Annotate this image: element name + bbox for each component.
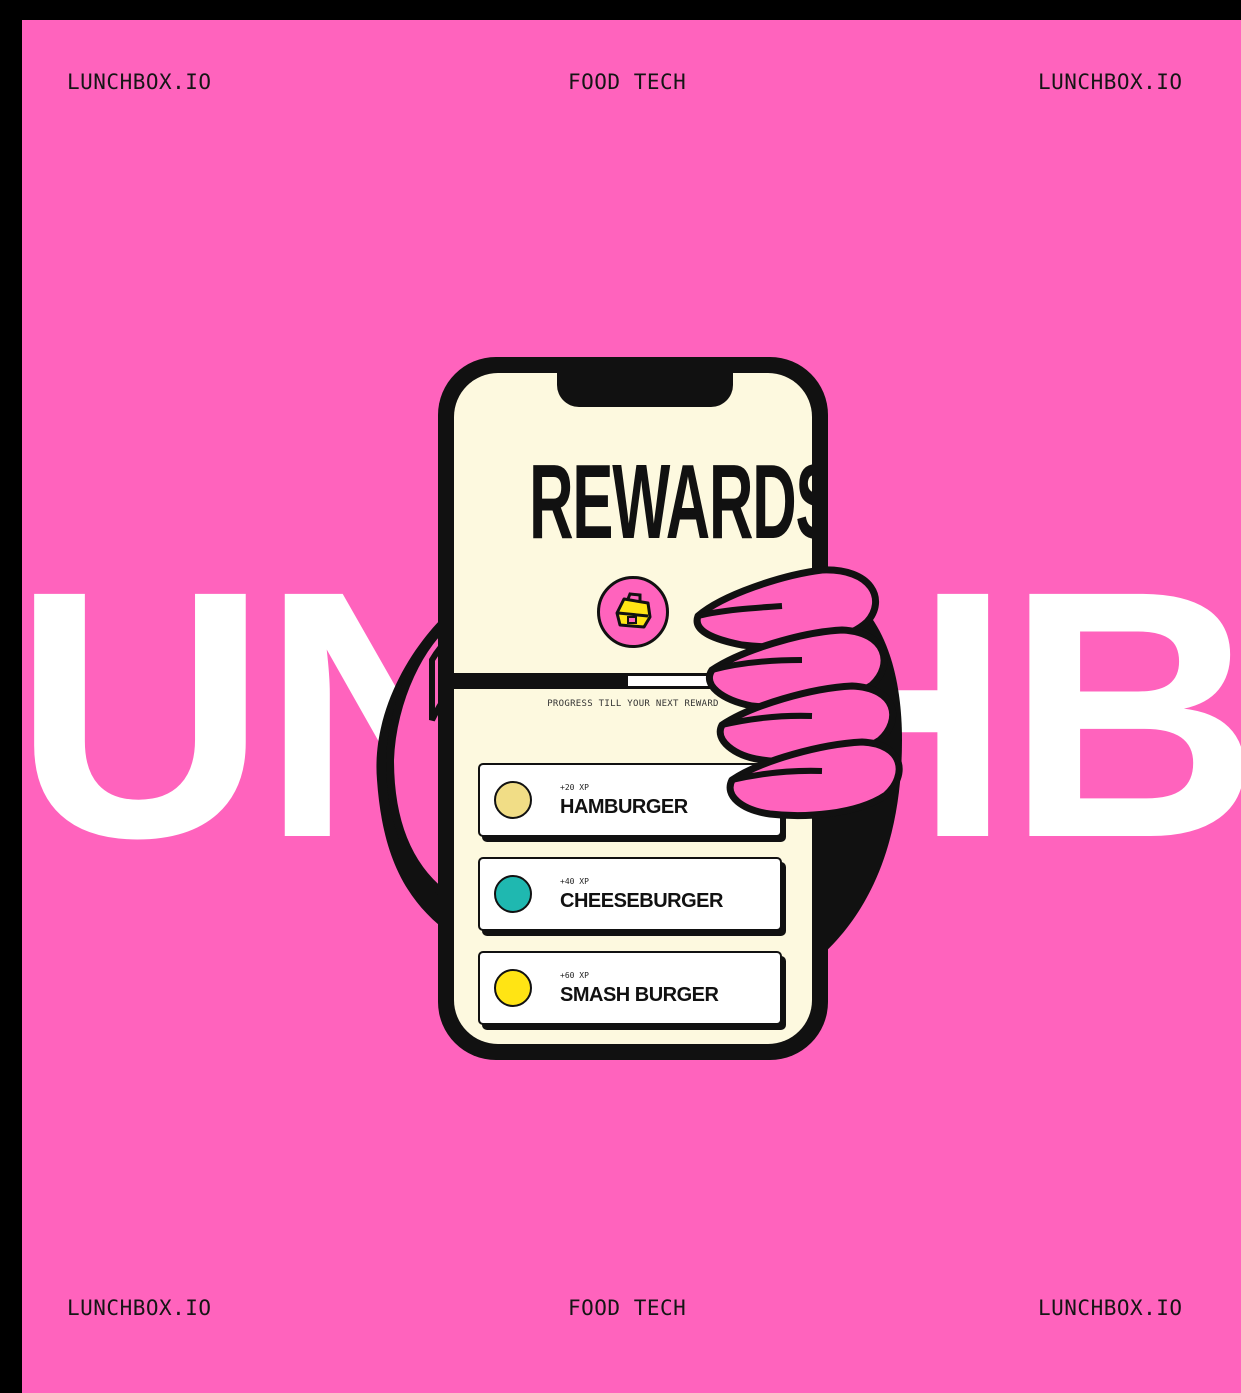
burger-icon <box>494 875 532 913</box>
reward-xp: +60 XP <box>560 971 589 980</box>
corner-category-bottom: FOOD TECH <box>568 1296 687 1320</box>
corner-category-top: FOOD TECH <box>568 70 687 94</box>
progress-label: PROGRESS TILL YOUR NEXT REWARD <box>547 699 719 709</box>
reward-card[interactable]: +40 XP CHEESEBURGER <box>478 857 782 931</box>
corner-brand-top-left: LUNCHBOX.IO <box>67 70 212 94</box>
reward-progress-bar <box>454 673 744 689</box>
reward-name: HAMBURGER <box>560 796 688 818</box>
poster: LUNCHBOX.IO FOOD TECH LUNCHBOX.IO LUNCHB… <box>22 20 1241 1393</box>
lunchbox-icon <box>615 592 652 629</box>
reward-progress-fill <box>454 676 628 686</box>
burger-icon <box>494 781 532 819</box>
phone-notch <box>557 373 733 407</box>
corner-brand-top-right: LUNCHBOX.IO <box>1038 70 1183 94</box>
reward-xp: +20 XP <box>560 783 589 792</box>
rewards-title: REWARDS <box>529 443 812 561</box>
reward-card[interactable]: +20 XP HAMBURGER <box>478 763 782 837</box>
burger-icon <box>494 969 532 1007</box>
phone-device: REWARDS PROGRESS TILL YOUR NEXT REWARD +… <box>438 357 828 1060</box>
phone-screen: REWARDS PROGRESS TILL YOUR NEXT REWARD +… <box>454 373 812 1044</box>
reward-card[interactable]: +60 XP SMASH BURGER <box>478 951 782 1025</box>
reward-name: CHEESEBURGER <box>560 890 723 912</box>
corner-brand-bottom-left: LUNCHBOX.IO <box>67 1296 212 1320</box>
corner-brand-bottom-right: LUNCHBOX.IO <box>1038 1296 1183 1320</box>
lunchbox-badge <box>597 576 669 648</box>
reward-name: SMASH BURGER <box>560 984 719 1006</box>
reward-xp: +40 XP <box>560 877 589 886</box>
